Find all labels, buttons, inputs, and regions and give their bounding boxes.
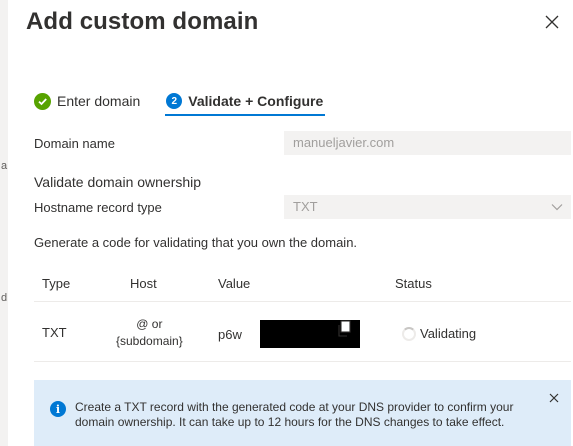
column-header-value: Value xyxy=(218,276,251,291)
info-message: Create a TXT record with the generated c… xyxy=(75,400,514,429)
copy-icon[interactable] xyxy=(336,320,352,338)
background-page-edge: a d xyxy=(0,0,8,446)
panel-title: Add custom domain xyxy=(26,8,259,35)
close-icon[interactable] xyxy=(548,392,560,404)
close-icon xyxy=(545,15,559,29)
column-header-status: Status xyxy=(395,276,432,291)
domain-name-label: Domain name xyxy=(34,136,115,151)
table-header: Type Host Value Status xyxy=(34,270,571,302)
add-custom-domain-panel: Add custom domain Enter domain 2 Validat… xyxy=(8,0,573,446)
background-text-fragment: a xyxy=(1,160,8,172)
host-line: {subdomain} xyxy=(116,334,183,348)
column-header-type: Type xyxy=(42,276,71,291)
record-value-prefix: p6w xyxy=(218,327,242,342)
active-step-underline xyxy=(165,114,325,116)
generate-code-hint: Generate a code for validating that you … xyxy=(34,235,358,250)
close-button[interactable] xyxy=(544,14,564,34)
record-host-cell: @ or {subdomain} xyxy=(116,316,183,350)
step-label: Validate + Configure xyxy=(188,93,324,109)
background-text-fragment: d xyxy=(1,292,8,304)
domain-name-field: manueljavier.com xyxy=(284,131,571,155)
step-validate-configure[interactable]: 2 Validate + Configure xyxy=(166,90,323,112)
step-number-badge: 2 xyxy=(166,93,183,109)
status-text: Validating xyxy=(420,326,477,341)
record-type-select: TXT xyxy=(284,195,571,219)
record-type-label: Hostname record type xyxy=(34,200,162,215)
spinner-icon xyxy=(402,327,416,341)
chevron-down-icon xyxy=(551,204,563,211)
info-icon: i xyxy=(50,401,66,417)
host-line: @ or xyxy=(136,317,163,331)
table-row: TXT @ or {subdomain} p6w Validating xyxy=(34,302,571,362)
section-heading: Validate domain ownership xyxy=(34,174,202,190)
column-header-host: Host xyxy=(130,276,157,291)
info-message-bar: i Create a TXT record with the generated… xyxy=(34,380,571,446)
dns-records-table: Type Host Value Status TXT @ or {subdoma… xyxy=(34,270,571,362)
record-type-value: TXT xyxy=(293,199,318,214)
record-type-cell: TXT xyxy=(42,325,67,340)
step-enter-domain[interactable]: Enter domain xyxy=(34,90,140,112)
step-label: Enter domain xyxy=(57,93,141,109)
wizard-steps: Enter domain 2 Validate + Configure xyxy=(34,90,325,120)
check-icon xyxy=(34,92,51,110)
